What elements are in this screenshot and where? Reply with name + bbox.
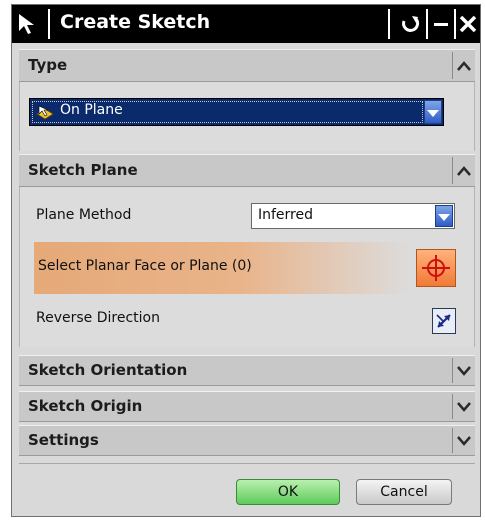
section-divider xyxy=(452,428,453,453)
select-face-button[interactable] xyxy=(416,249,456,287)
section-header-settings[interactable]: Settings xyxy=(19,425,475,456)
reset-icon[interactable] xyxy=(396,9,424,39)
on-plane-icon xyxy=(36,105,54,120)
create-sketch-dialog: Create Sketch Type On Plane Sketch Plane… xyxy=(11,4,481,517)
section-header-sketch-plane[interactable]: Sketch Plane xyxy=(19,154,475,187)
select-face-row[interactable]: Select Planar Face or Plane (0) xyxy=(34,242,410,294)
section-header-type[interactable]: Type xyxy=(19,49,475,82)
footer-divider xyxy=(19,463,475,464)
reverse-direction-icon xyxy=(436,314,451,328)
title-separator xyxy=(388,9,390,39)
chevron-down-icon xyxy=(438,214,450,221)
plane-method-label: Plane Method xyxy=(36,207,132,223)
section-label-sketch-orientation: Sketch Orientation xyxy=(28,361,188,379)
title-bar[interactable]: Create Sketch xyxy=(12,5,480,43)
crosshair-icon xyxy=(422,255,450,281)
title-separator xyxy=(48,9,50,39)
section-label-settings: Settings xyxy=(28,431,99,449)
ok-button[interactable]: OK xyxy=(236,479,340,505)
cancel-button[interactable]: Cancel xyxy=(356,479,452,505)
dialog-title: Create Sketch xyxy=(60,11,211,33)
section-header-sketch-orientation[interactable]: Sketch Orientation xyxy=(19,355,475,386)
type-dropdown-value: On Plane xyxy=(60,102,123,118)
minimize-icon[interactable] xyxy=(428,9,456,39)
type-dropdown[interactable]: On Plane xyxy=(29,98,444,126)
close-icon[interactable] xyxy=(456,9,480,39)
section-divider xyxy=(452,358,453,383)
plane-method-dropdown[interactable]: Inferred xyxy=(251,203,455,229)
chevron-down-icon[interactable] xyxy=(457,402,471,412)
section-divider xyxy=(452,394,453,419)
plane-method-dropdown-button[interactable] xyxy=(435,205,453,227)
chevron-up-icon[interactable] xyxy=(457,61,471,71)
chevron-down-icon xyxy=(427,110,439,117)
section-header-sketch-origin[interactable]: Sketch Origin xyxy=(19,391,475,422)
section-label-sketch-origin: Sketch Origin xyxy=(28,397,143,415)
chevron-down-icon[interactable] xyxy=(457,366,471,376)
section-divider xyxy=(452,52,453,79)
chevron-down-icon[interactable] xyxy=(457,436,471,446)
plane-method-value: Inferred xyxy=(258,207,314,223)
type-dropdown-button[interactable] xyxy=(424,100,442,124)
section-label-sketch-plane: Sketch Plane xyxy=(28,161,138,179)
reverse-direction-label: Reverse Direction xyxy=(36,310,160,326)
reverse-direction-button[interactable] xyxy=(432,308,456,334)
select-arrow-icon xyxy=(19,14,34,34)
chevron-up-icon[interactable] xyxy=(457,166,471,176)
select-face-label: Select Planar Face or Plane (0) xyxy=(38,258,252,274)
section-label-type: Type xyxy=(28,56,68,74)
section-divider xyxy=(452,157,453,184)
